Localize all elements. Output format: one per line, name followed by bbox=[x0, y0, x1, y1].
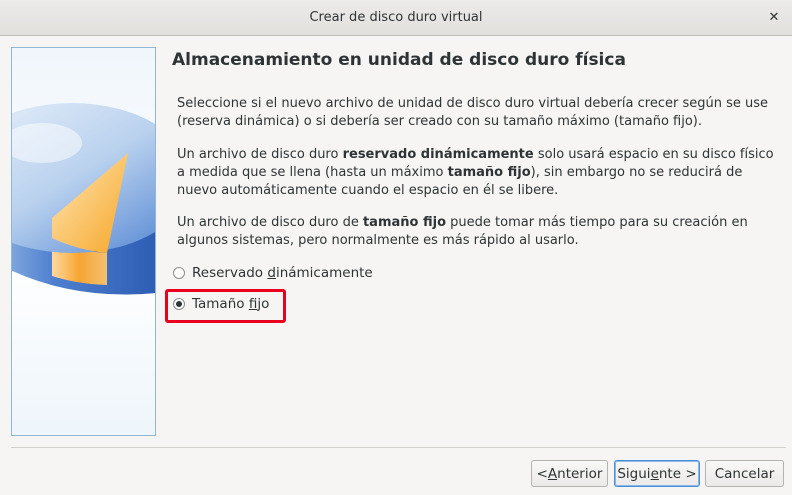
mnemonic: d bbox=[267, 265, 276, 281]
text-segment: Un archivo de disco duro bbox=[177, 147, 343, 162]
mnemonic: A bbox=[547, 465, 558, 482]
label-part: Reservado bbox=[192, 265, 268, 281]
hard-disk-illustration-icon bbox=[12, 103, 155, 295]
title-bar: Crear de disco duro virtual ✕ bbox=[0, 0, 792, 36]
text-segment: Un archivo de disco duro de bbox=[177, 215, 363, 230]
close-icon[interactable]: ✕ bbox=[764, 8, 784, 28]
intro-paragraph: Seleccione si el nuevo archivo de unidad… bbox=[177, 96, 768, 129]
page-title: Almacenamiento en unidad de disco duro f… bbox=[172, 50, 626, 70]
cancel-button[interactable]: Cancelar bbox=[705, 460, 784, 487]
divider bbox=[11, 447, 786, 448]
radio-dynamic-label: Reservado dinámicamente bbox=[192, 265, 373, 281]
dynamic-description: Un archivo de disco duro reservado dinám… bbox=[177, 146, 777, 200]
bold-term: reservado dinámicamente bbox=[342, 147, 534, 162]
fixed-description: Un archivo de disco duro de tamaño fijo … bbox=[177, 214, 777, 250]
radio-button-dynamic[interactable] bbox=[173, 267, 185, 279]
wizard-disk-image bbox=[11, 47, 156, 436]
next-button[interactable]: Sigui e nte > bbox=[614, 460, 700, 487]
label-part: nterior bbox=[557, 465, 603, 482]
window-title: Crear de disco duro virtual bbox=[309, 10, 483, 25]
selection-highlight bbox=[165, 289, 286, 323]
label-part: < bbox=[536, 465, 548, 482]
label-part: nte > bbox=[658, 465, 697, 482]
label-part: inámicamente bbox=[275, 265, 373, 281]
mnemonic: e bbox=[650, 465, 659, 482]
radio-dynamic[interactable]: Reservado dinámicamente bbox=[173, 265, 373, 281]
back-button[interactable]: < Anterior bbox=[531, 460, 608, 487]
bold-term: tamaño fijo bbox=[362, 215, 447, 230]
bold-term: tamaño fijo bbox=[447, 165, 531, 180]
label-part: Sigui bbox=[617, 465, 651, 482]
